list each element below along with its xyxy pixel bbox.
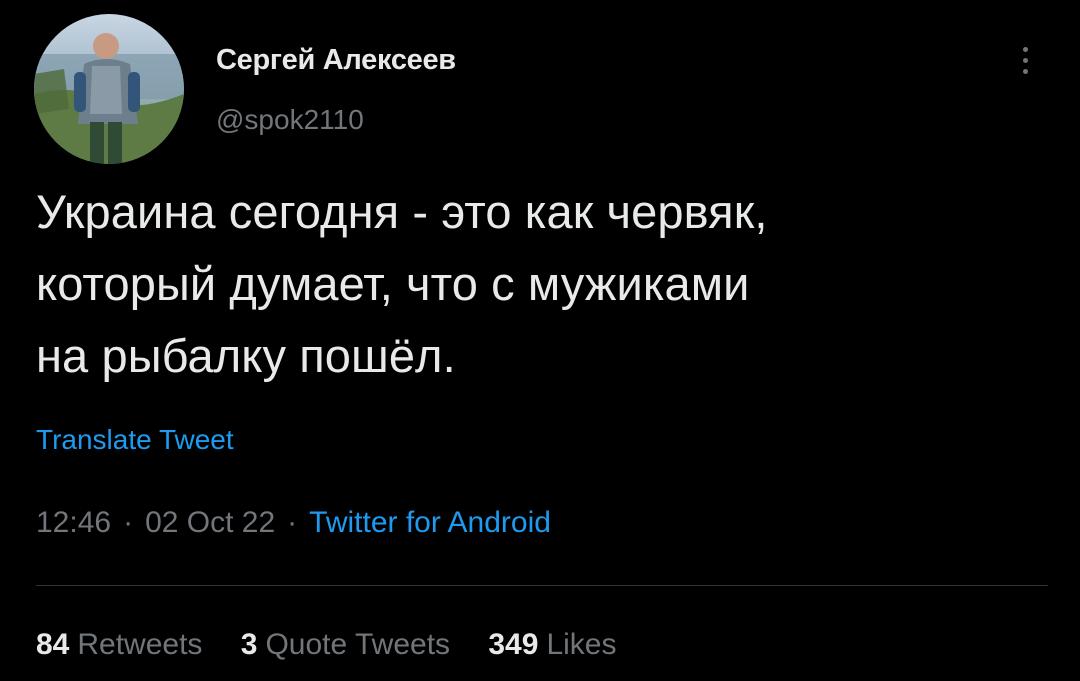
tweet-text: Украина сегодня - это как червяк, которы… (36, 176, 1046, 392)
quote-tweets-stat[interactable]: 3 Quote Tweets (241, 628, 450, 662)
tweet-source-link[interactable]: Twitter for Android (309, 506, 551, 539)
retweets-label: Retweets (77, 628, 203, 661)
tweet-text-line: на рыбалку пошёл. (36, 329, 456, 382)
tweet-text-line: который думает, что с мужиками (36, 257, 750, 310)
meta-separator: · (287, 506, 298, 539)
person-photo-avatar-image (34, 14, 184, 164)
tweet-text-line: Украина сегодня - это как червяк, (36, 185, 768, 238)
tweet-time[interactable]: 12:46 (36, 506, 111, 539)
quote-tweets-count: 3 (240, 628, 258, 661)
divider (36, 585, 1048, 586)
quote-tweets-label: Quote Tweets (265, 628, 451, 661)
tweet-meta: 12:46 · 02 Oct 22 · Twitter for Android (36, 506, 551, 540)
meta-separator: · (123, 506, 134, 539)
likes-stat[interactable]: 349 Likes (488, 628, 616, 662)
likes-label: Likes (546, 628, 617, 661)
author-display-name[interactable]: Сергей Алексеев (216, 44, 456, 77)
retweets-count: 84 (36, 628, 70, 661)
avatar[interactable] (34, 14, 184, 164)
more-vertical-icon[interactable] (1010, 40, 1040, 80)
translate-tweet-link[interactable]: Translate Tweet (36, 424, 234, 456)
tweet-card: Сергей Алексеев @spok2110 Украина сегодн… (0, 0, 1080, 681)
tweet-stats: 84 Retweets 3 Quote Tweets 349 Likes (36, 628, 646, 662)
likes-count: 349 (488, 628, 539, 661)
author-handle[interactable]: @spok2110 (216, 104, 364, 136)
retweets-stat[interactable]: 84 Retweets (36, 628, 202, 662)
tweet-date[interactable]: 02 Oct 22 (145, 506, 275, 539)
